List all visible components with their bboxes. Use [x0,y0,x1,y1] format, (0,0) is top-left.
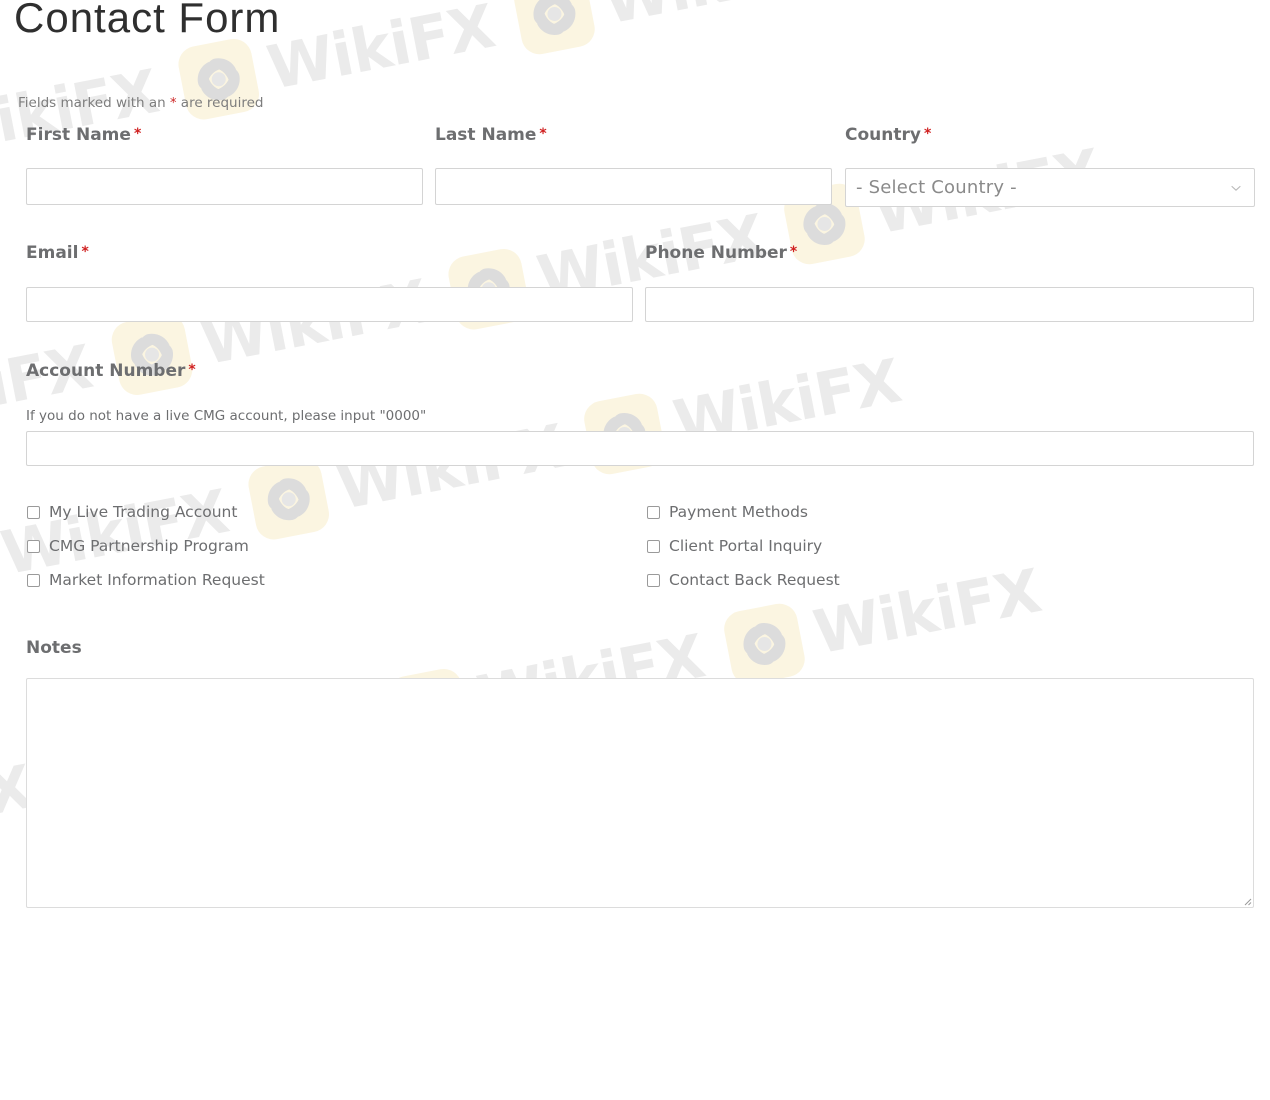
watermark-text: WikiFX [808,556,1046,669]
wikifx-eagle-logo-icon [245,455,333,543]
watermark-unit: WikiFX [0,0,8,43]
account-number-hint: If you do not have a live CMG account, p… [26,408,427,424]
watermark-text: WikiFX [0,56,164,170]
notes-label: Notes [26,638,82,658]
checkbox-input[interactable] [647,539,660,553]
watermark-text: WikiFX [0,0,7,25]
checkbox-label: Client Portal Inquiry [669,537,823,555]
country-selected-value: - Select Country - [856,177,1017,198]
checkbox-input[interactable] [27,573,40,587]
account-number-input[interactable] [26,431,1254,466]
checkbox-input[interactable] [647,573,660,587]
first-name-required-asterisk: * [133,126,142,142]
checkbox-row[interactable]: Market Information Request [27,571,265,589]
first-name-label-text: First Name [26,125,131,145]
checkbox-row[interactable]: My Live Trading Account [27,503,237,521]
wikifx-eagle-logo-icon [109,311,196,398]
email-required-asterisk: * [81,244,89,260]
first-name-label: First Name * [26,125,141,145]
phone-label-text: Phone Number [645,243,787,263]
required-note-suffix: are required [176,95,264,111]
checkbox-input[interactable] [647,505,660,519]
first-name-input[interactable] [26,168,423,205]
wikifx-eagle-logo-icon [721,600,809,688]
country-required-asterisk: * [923,126,932,142]
checkbox-label: My Live Trading Account [49,503,238,521]
checkbox-label: Payment Methods [669,503,808,521]
checkbox-row[interactable]: Payment Methods [647,503,808,521]
watermark-unit: WikiFX [511,0,836,58]
page-title: Contact Form [14,0,281,41]
phone-input[interactable] [645,287,1254,322]
checkbox-label: CMG Partnership Program [49,537,249,555]
checkbox-row[interactable]: Contact Back Request [647,571,840,589]
chevron-down-icon [1231,185,1241,191]
watermark-text: WikiFX [262,0,500,104]
checkbox-row[interactable]: CMG Partnership Program [27,537,249,555]
phone-label: Phone Number * [645,243,797,263]
required-fields-note: Fields marked with an * are required [18,95,264,111]
notes-textarea[interactable] [26,678,1254,908]
country-label: Country * [845,125,931,145]
watermark-text: WikiFX [598,0,836,39]
account-number-label: Account Number * [26,361,196,381]
country-select[interactable]: - Select Country - [845,168,1255,207]
checkbox-row[interactable]: Client Portal Inquiry [647,537,822,555]
account-number-label-text: Account Number [26,361,186,381]
wikifx-eagle-logo-icon [511,0,599,58]
notes-label-text: Notes [26,638,82,658]
last-name-label: Last Name * [435,125,547,145]
checkbox-input[interactable] [27,505,40,519]
watermark-text: WikiFX [0,332,98,445]
country-label-text: Country [845,125,921,145]
required-note-prefix: Fields marked with an [18,95,171,111]
account-number-required-asterisk: * [188,362,196,378]
watermark-unit: WikiFX [245,410,570,543]
phone-required-asterisk: * [789,244,798,260]
email-label: Email * [26,243,89,263]
last-name-required-asterisk: * [539,126,547,142]
last-name-input[interactable] [435,168,832,205]
checkbox-input[interactable] [27,539,40,553]
email-input[interactable] [26,287,633,322]
last-name-label-text: Last Name [435,125,537,145]
checkbox-label: Contact Back Request [669,571,840,589]
watermark-text: WikiFX [0,476,234,590]
email-label-text: Email [26,243,79,263]
checkbox-label: Market Information Request [49,571,265,589]
